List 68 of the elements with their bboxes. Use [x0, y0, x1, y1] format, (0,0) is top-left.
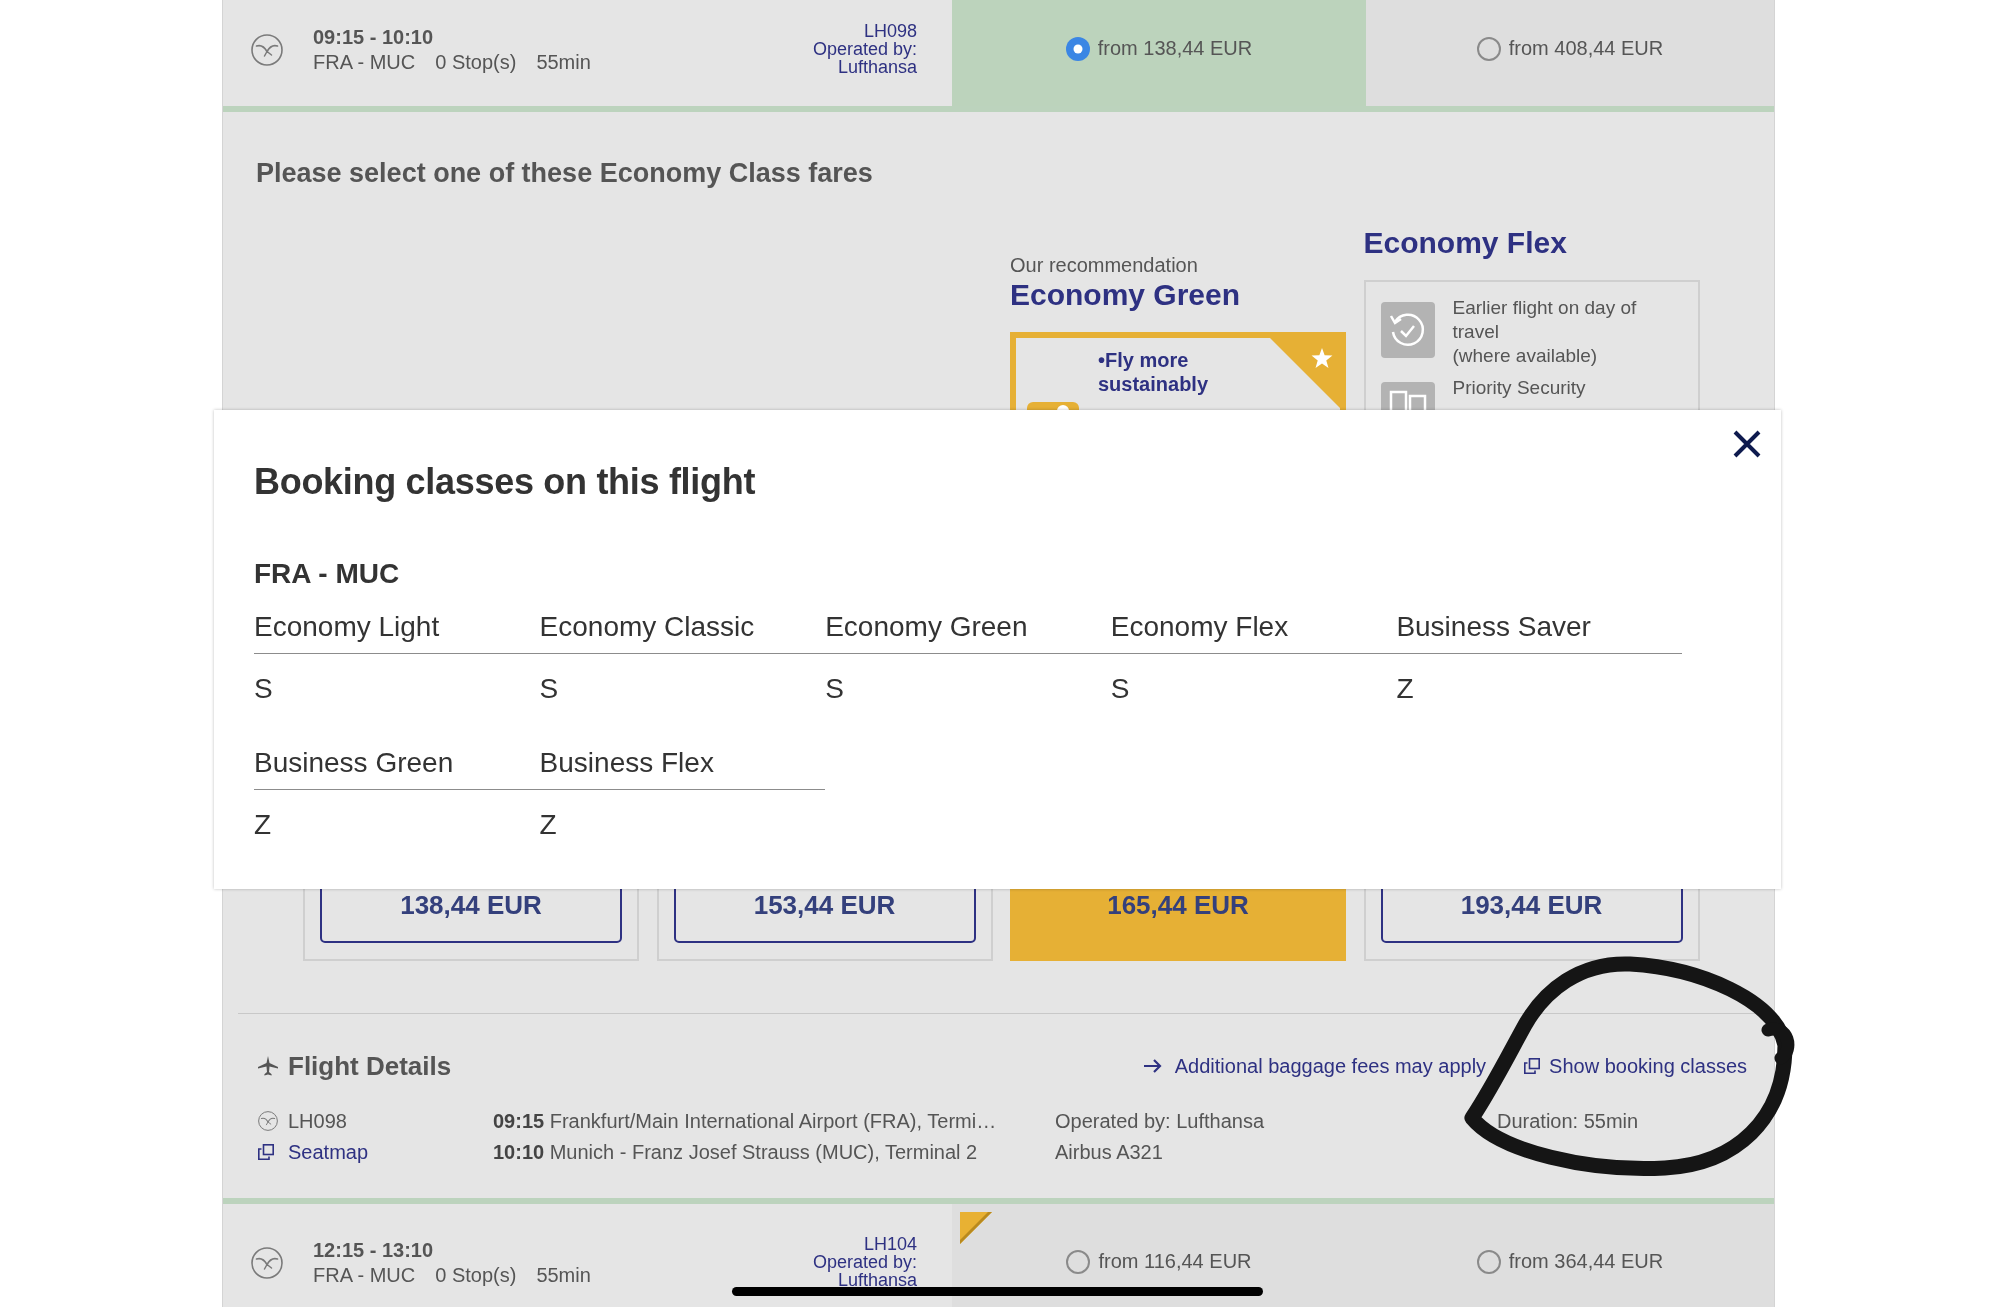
route-text: FRA - MUC — [313, 1263, 416, 1288]
fare-option[interactable]: from 408,44 EUR — [1366, 0, 1774, 106]
clock-icon — [1380, 302, 1435, 358]
radio-button[interactable] — [1476, 36, 1501, 61]
flight-row[interactable]: 12:15 - 13:10 FRA - MUC 0 Stop(s) 55min LH104 Operated by: Lufthansa from 116,44 EUR from 364,44 EUR — [223, 1204, 1774, 1307]
fare-option[interactable]: from 364,44 EUR — [1366, 1204, 1774, 1307]
route-title: FRA - MUC — [254, 557, 400, 591]
link[interactable]: Seatmap — [258, 1136, 369, 1168]
fare-title: Economy Green — [1010, 277, 1241, 313]
stops-text: 0 Stop(s) — [435, 50, 517, 75]
table-cell-text: S — [1110, 672, 1131, 706]
flight-times: 12:15 - 13:10 — [313, 1238, 434, 1263]
bird-logo-icon — [258, 1111, 278, 1131]
flight-times: 09:15 - 10:10 — [313, 25, 434, 50]
feature-text: Priority Security — [1452, 376, 1587, 400]
link[interactable]: Additional baggage fees may apply — [1143, 1054, 1487, 1078]
table-cell-text: S — [254, 672, 274, 706]
arrival-text: 10:10 Munich - Franz Josef Strauss (MUC), Terminal 2 — [493, 1139, 978, 1165]
operated-by-label: Operated by: — [812, 1252, 917, 1271]
arrow-right-icon — [1143, 1059, 1162, 1073]
section-heading: Please select one of these Economy Class fares — [256, 157, 873, 189]
flight-number: LH104 — [863, 1234, 917, 1253]
operator-text: Operated by: Lufthansa — [1055, 1108, 1265, 1134]
radio-button[interactable] — [1066, 1249, 1091, 1274]
radio-button[interactable] — [1476, 1249, 1501, 1274]
table-cell-text: S — [539, 672, 560, 706]
airplane-icon — [258, 1056, 278, 1076]
star-badge-icon — [1270, 338, 1340, 408]
carrier-name: Lufthansa — [837, 1270, 917, 1289]
operated-by-label: Operated by: — [812, 39, 917, 58]
table-cell-text: Z — [254, 808, 273, 842]
dialog-title: Booking classes on this flight — [254, 460, 756, 504]
column-header: Business Green — [254, 745, 540, 790]
radio-button[interactable] — [1065, 36, 1090, 61]
feature-text: •Fly more sustainably — [1098, 348, 1210, 396]
close-icon — [1733, 430, 1761, 458]
table-cell-text: S — [825, 672, 845, 706]
table-cell-text: Z — [539, 808, 558, 842]
route-text: FRA - MUC — [313, 50, 416, 75]
departure-text: 09:15 Frankfurt/Main International Airport (FRA), Termi… — [493, 1108, 997, 1134]
duration-text: 55min — [536, 50, 591, 75]
feature-text: Earlier flight on day of travel (where available) — [1452, 296, 1638, 368]
duration-text: Duration: 55min — [1497, 1108, 1639, 1134]
fare-option[interactable]: from 116,44 EUR — [952, 1204, 1366, 1307]
column-header: Economy Green — [825, 609, 1111, 654]
duration-text: 55min — [536, 1263, 591, 1288]
close-button[interactable] — [1733, 430, 1761, 458]
aircraft-text: Airbus A321 — [1055, 1139, 1163, 1165]
bird-logo-icon — [251, 34, 283, 66]
column-header: Business Flex — [539, 745, 826, 790]
column-header: Business Saver — [1396, 609, 1682, 654]
section-title: Flight Details — [288, 1050, 452, 1082]
flight-row[interactable]: 09:15 - 10:10 FRA - MUC 0 Stop(s) 55min LH098 Operated by: Lufthansa from 138,44 EUR from 408,44 EUR — [223, 0, 1774, 112]
bird-logo-icon — [251, 1247, 283, 1279]
recommendation-label: Our recommendation — [1010, 253, 1198, 277]
carrier-name: Lufthansa — [837, 57, 917, 76]
popup-window-icon — [258, 1144, 274, 1160]
table-cell-text: Z — [1396, 672, 1415, 706]
fare-title: Economy Flex — [1363, 225, 1567, 261]
column-header: Economy Light — [254, 609, 540, 654]
fare-option[interactable]: from 138,44 EUR — [952, 0, 1366, 106]
popup-window-icon — [1524, 1058, 1541, 1074]
stops-text: 0 Stop(s) — [435, 1263, 517, 1288]
link[interactable]: Show booking classes — [1524, 1054, 1747, 1078]
flight-number: LH098 — [288, 1108, 347, 1134]
column-header: Economy Flex — [1110, 609, 1397, 654]
column-header: Economy Classic — [539, 609, 826, 654]
flight-number: LH098 — [863, 21, 917, 40]
